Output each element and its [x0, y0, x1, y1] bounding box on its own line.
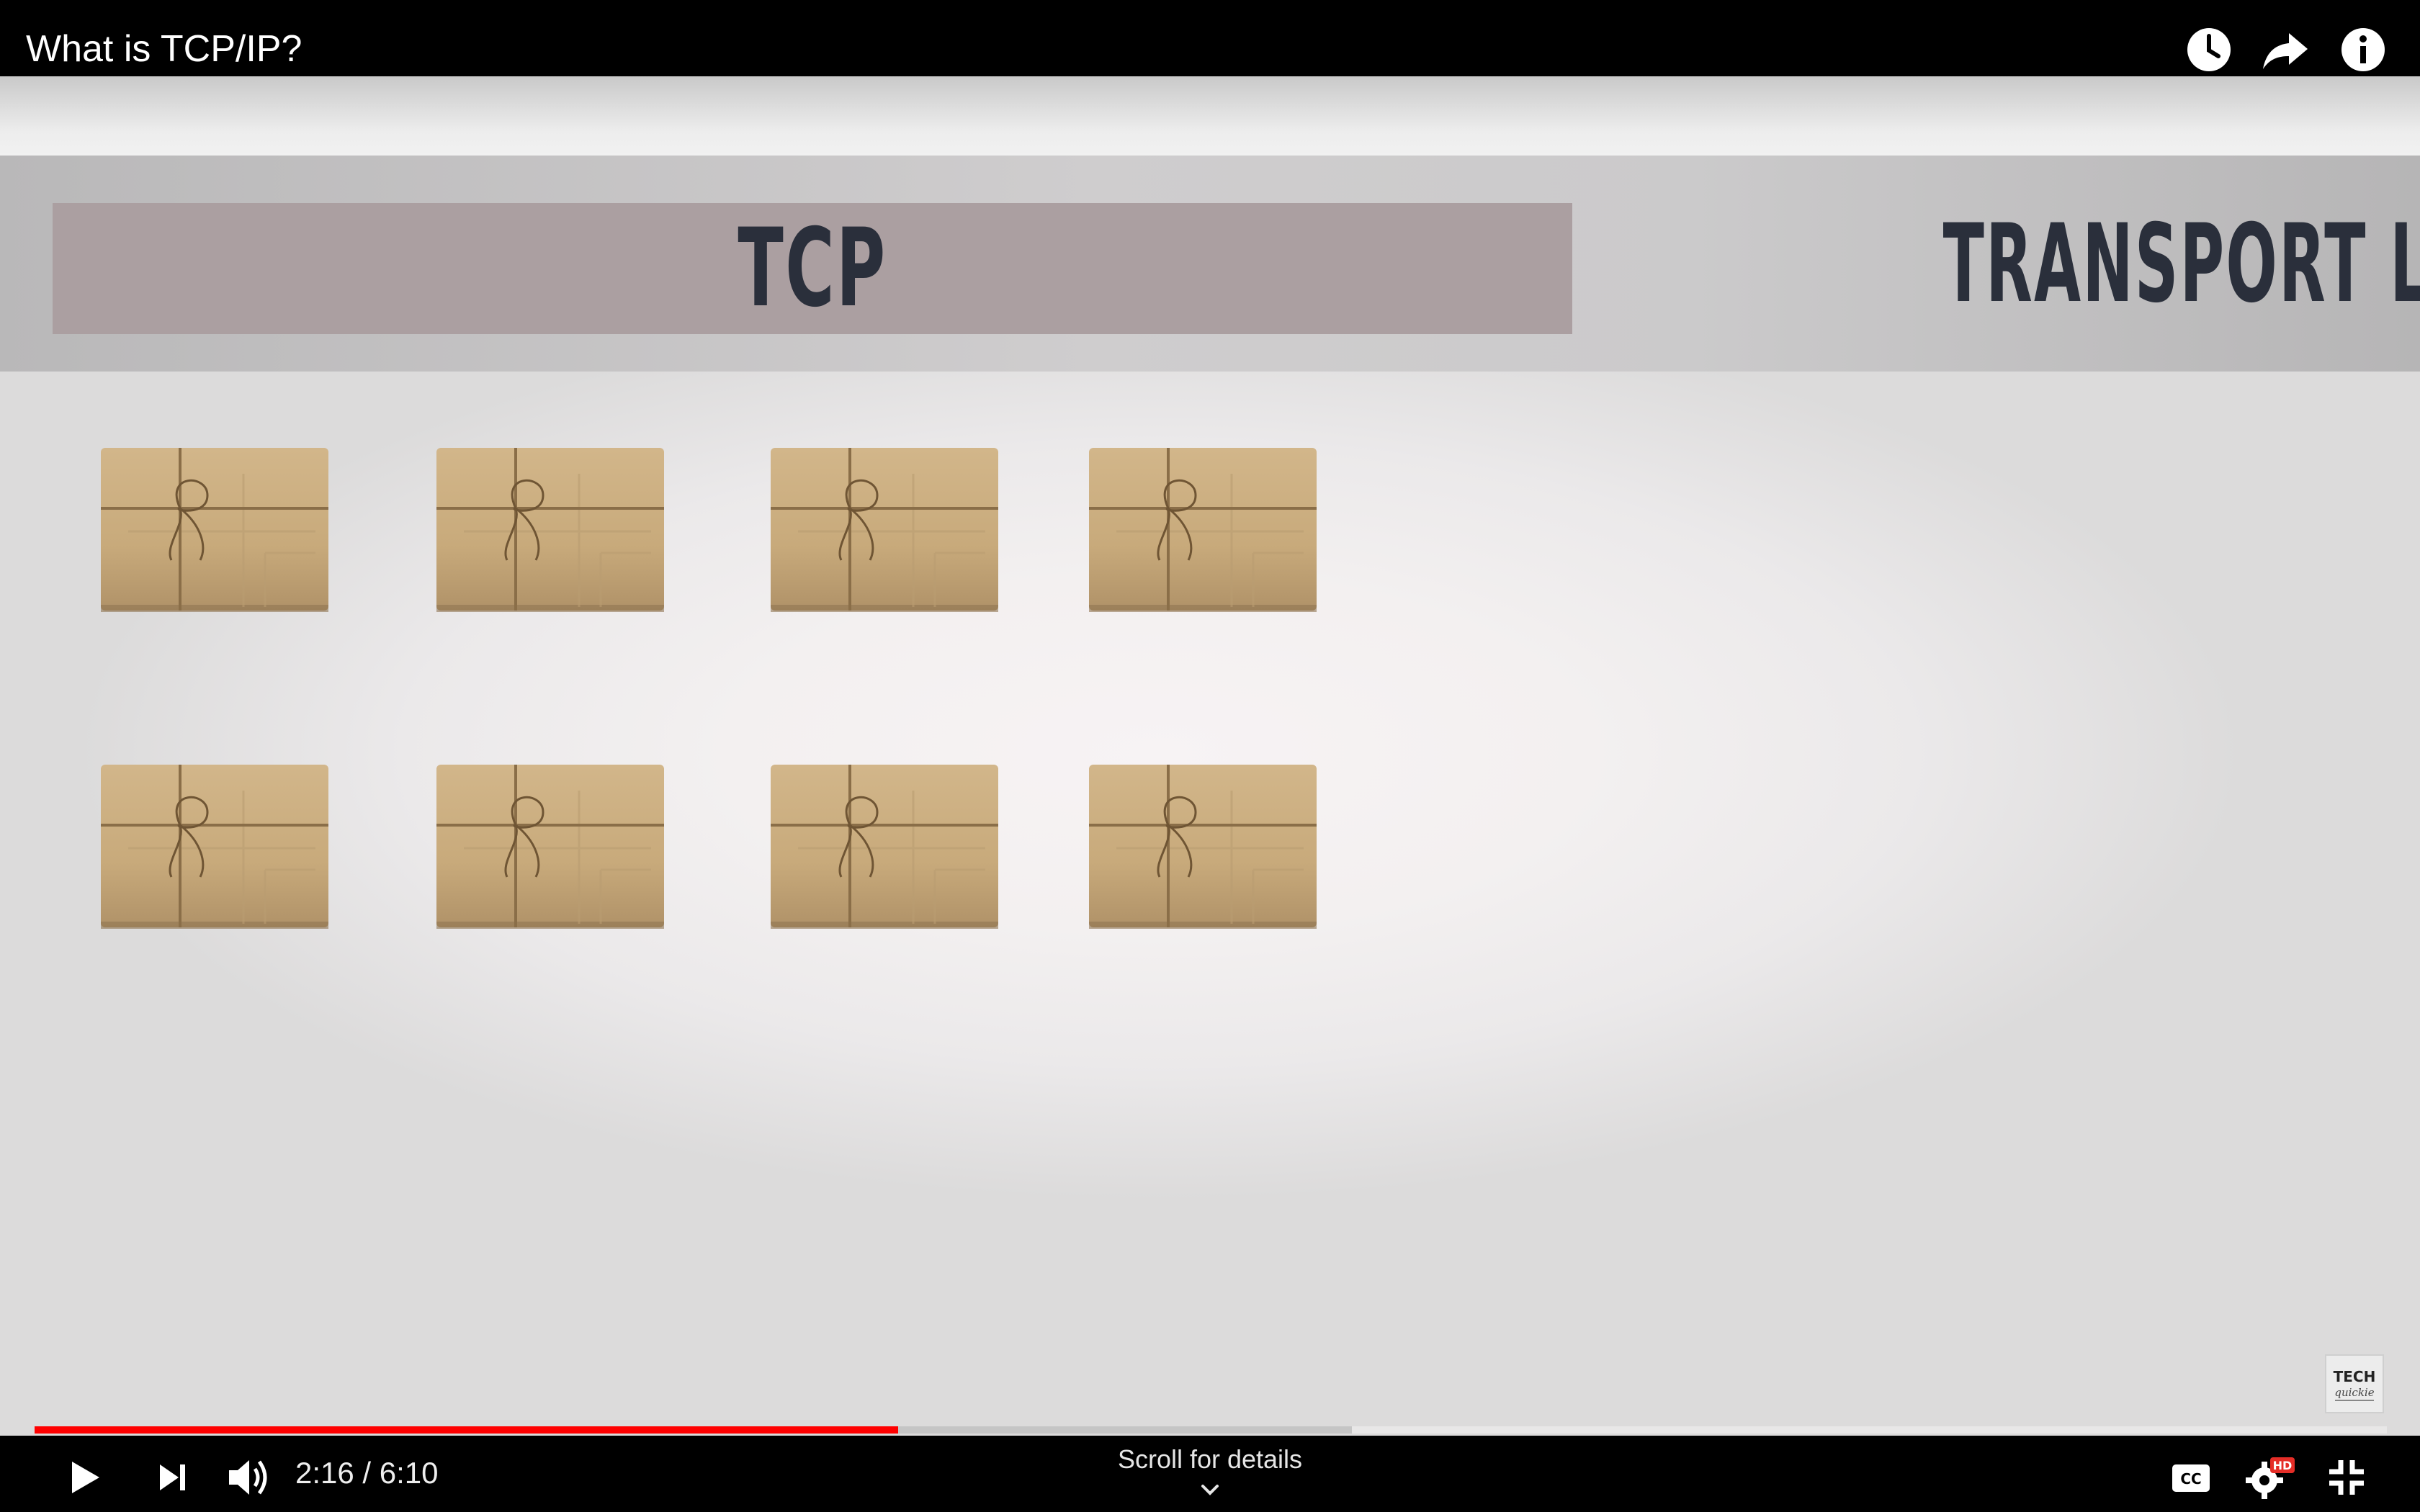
- time-display: 2:16 / 6:10: [295, 1456, 439, 1490]
- volume-icon[interactable]: [220, 1449, 278, 1506]
- progress-played: [35, 1426, 898, 1434]
- exit-fullscreen-icon[interactable]: [2318, 1449, 2375, 1506]
- captions-icon[interactable]: CC: [2162, 1449, 2220, 1506]
- tech-quickie-logo[interactable]: TECH quickie: [2325, 1354, 2384, 1413]
- package-image: [1088, 445, 1318, 615]
- settings-icon[interactable]: HD: [2240, 1449, 2298, 1506]
- next-button[interactable]: [144, 1449, 202, 1506]
- package-image: [435, 445, 666, 615]
- frame-top-shade: [0, 76, 2420, 156]
- package-image: [769, 762, 1000, 932]
- package-image: [99, 762, 330, 932]
- player-controls: 2:16 / 6:10 Scroll for details CC HD: [0, 1436, 2420, 1512]
- play-button[interactable]: [55, 1449, 112, 1506]
- video-frame[interactable]: TCP TRANSPORT LAYER: [0, 76, 2420, 1437]
- chevron-down-icon[interactable]: [1196, 1479, 1224, 1500]
- progress-bar[interactable]: [35, 1426, 2387, 1434]
- top-bar: What is TCP/IP?: [0, 0, 2420, 76]
- package-image: [435, 762, 666, 932]
- hd-badge: HD: [2273, 1459, 2293, 1472]
- svg-text:TECH: TECH: [2334, 1368, 2376, 1385]
- package-image: [99, 445, 330, 615]
- package-image: [769, 445, 1000, 615]
- watch-later-icon[interactable]: [2184, 24, 2234, 75]
- info-icon[interactable]: [2338, 24, 2388, 75]
- svg-text:CC: CC: [2180, 1470, 2201, 1488]
- scroll-for-details[interactable]: Scroll for details: [1066, 1444, 1354, 1475]
- package-image: [1088, 762, 1318, 932]
- share-icon[interactable]: [2260, 24, 2311, 75]
- tcp-label-box: TCP: [53, 203, 1572, 334]
- transport-layer-label: TRANSPORT LAYER: [1942, 202, 2420, 327]
- svg-text:quickie: quickie: [2334, 1386, 2374, 1399]
- tcp-label: TCP: [738, 206, 887, 331]
- video-title[interactable]: What is TCP/IP?: [26, 27, 302, 71]
